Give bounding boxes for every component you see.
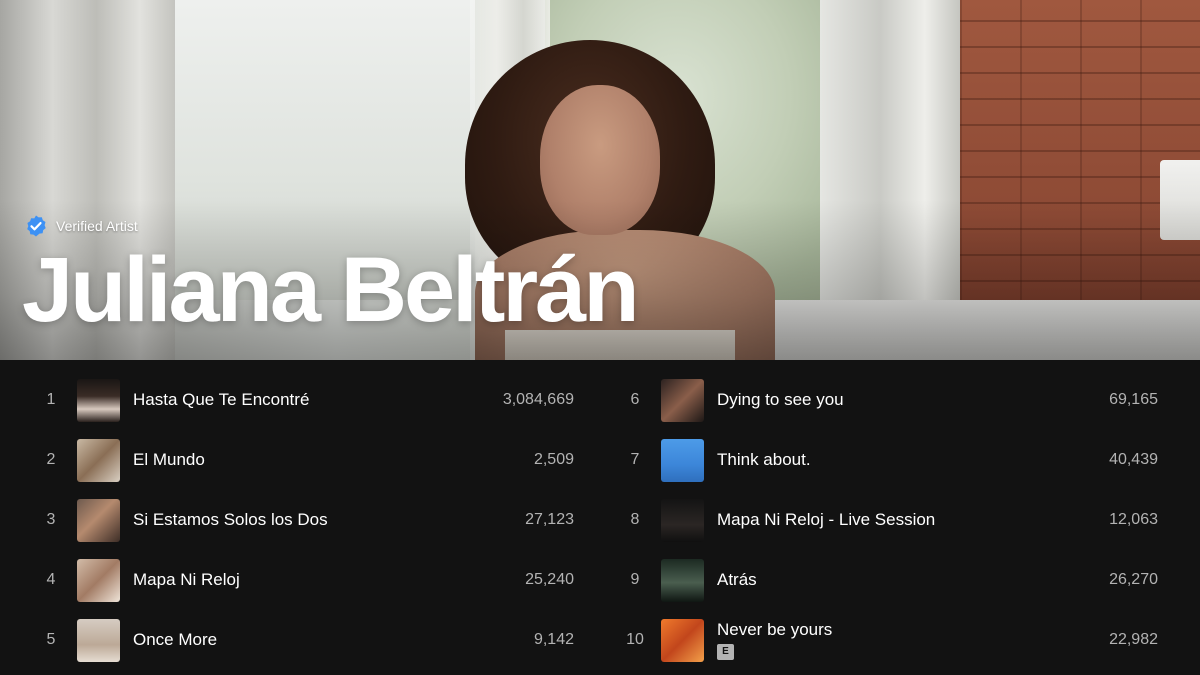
track-play-count: 25,240 <box>525 571 574 588</box>
track-title[interactable]: Si Estamos Solos los Dos <box>133 510 444 530</box>
track-row[interactable]: 1 Hasta Que Te Encontré 3,084,669 <box>34 370 574 430</box>
track-play-count: 40,439 <box>1109 451 1158 468</box>
track-cover-art <box>77 558 120 602</box>
track-number: 4 <box>46 571 56 588</box>
track-title[interactable]: Atrás <box>717 570 1028 590</box>
track-play-count: 12,063 <box>1109 511 1158 528</box>
track-cover-art <box>661 558 704 602</box>
track-number: 9 <box>630 571 640 588</box>
track-play-count: 2,509 <box>533 451 574 468</box>
track-row[interactable]: 2 El Mundo 2,509 <box>34 430 574 490</box>
track-number: 10 <box>626 631 644 648</box>
verified-artist-badge: Verified Artist <box>24 214 138 238</box>
track-cover-art <box>77 618 120 662</box>
track-play-count: 22,982 <box>1109 631 1158 648</box>
track-cover-art <box>661 618 704 662</box>
track-cover-art <box>661 498 704 542</box>
track-play-count: 3,084,669 <box>502 391 574 408</box>
track-row[interactable]: 6 Dying to see you 69,165 <box>618 370 1158 430</box>
track-title[interactable]: Think about. <box>717 450 1028 470</box>
track-title[interactable]: Hasta Que Te Encontré <box>133 390 444 410</box>
track-number: 8 <box>630 511 640 528</box>
track-play-count: 27,123 <box>525 511 574 528</box>
track-cover-art <box>77 438 120 482</box>
track-title[interactable]: Mapa Ni Reloj <box>133 570 444 590</box>
track-number: 1 <box>46 391 56 408</box>
popular-tracks: 1 Hasta Que Te Encontré 3,084,669 2 El M… <box>0 360 1200 675</box>
track-title[interactable]: Once More <box>133 630 444 650</box>
track-number: 2 <box>46 451 56 468</box>
track-play-count: 9,142 <box>533 631 574 648</box>
track-row[interactable]: 10 Never be yours E 22,982 <box>618 610 1158 670</box>
artist-name: Juliana Beltrán <box>22 239 640 341</box>
verified-artist-label: Verified Artist <box>56 218 138 234</box>
tracks-column-right: 6 Dying to see you 69,165 7 Think about.… <box>618 360 1200 675</box>
track-title[interactable]: Never be yours <box>717 620 1028 640</box>
track-row[interactable]: 8 Mapa Ni Reloj - Live Session 12,063 <box>618 490 1158 550</box>
track-title[interactable]: El Mundo <box>133 450 444 470</box>
track-number: 3 <box>46 511 56 528</box>
track-number: 7 <box>630 451 640 468</box>
track-cover-art <box>77 378 120 422</box>
track-row[interactable]: 5 Once More 9,142 <box>34 610 574 670</box>
track-number: 5 <box>46 631 56 648</box>
track-title[interactable]: Mapa Ni Reloj - Live Session <box>717 510 1028 530</box>
track-number: 6 <box>630 391 640 408</box>
track-row[interactable]: 9 Atrás 26,270 <box>618 550 1158 610</box>
track-play-count: 69,165 <box>1109 391 1158 408</box>
explicit-badge: E <box>717 644 734 660</box>
verified-check-icon <box>27 215 46 237</box>
track-title[interactable]: Dying to see you <box>717 390 1028 410</box>
track-row[interactable]: 3 Si Estamos Solos los Dos 27,123 <box>34 490 574 550</box>
track-play-count: 26,270 <box>1109 571 1158 588</box>
tracks-column-left: 1 Hasta Que Te Encontré 3,084,669 2 El M… <box>34 360 618 675</box>
track-row[interactable]: 4 Mapa Ni Reloj 25,240 <box>34 550 574 610</box>
track-cover-art <box>77 498 120 542</box>
track-row[interactable]: 7 Think about. 40,439 <box>618 430 1158 490</box>
track-cover-art <box>661 378 704 422</box>
track-cover-art <box>661 438 704 482</box>
